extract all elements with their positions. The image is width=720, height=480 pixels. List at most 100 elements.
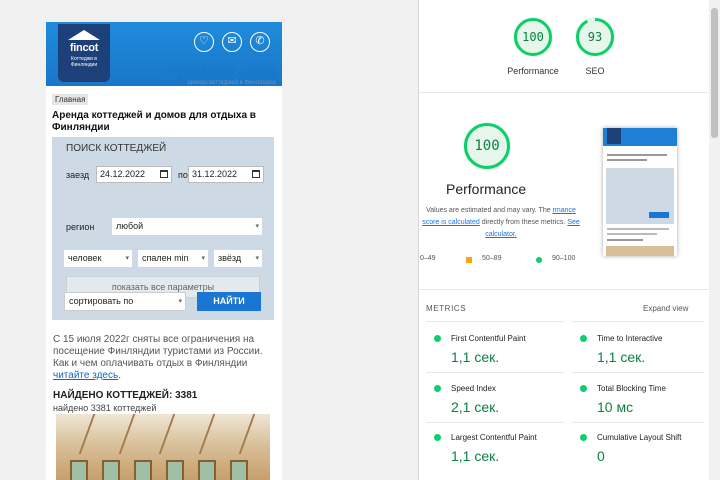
pass-indicator-icon — [434, 385, 441, 392]
page-screenshot-thumbnail[interactable] — [603, 128, 677, 256]
region-select[interactable]: любой ▾ — [112, 218, 262, 235]
photo-window — [198, 460, 216, 480]
photo-beam — [158, 414, 176, 454]
people-value: человек — [68, 253, 102, 263]
notice-body: С 15 июля 2022г сняты все ограничения на… — [53, 334, 263, 369]
note-text-2: directly from these metrics. — [479, 219, 568, 226]
checkin-date-input[interactable]: 24.12.2022 — [96, 166, 172, 183]
notice-text: С 15 июля 2022г сняты все ограничения на… — [53, 334, 275, 382]
photo-beam — [238, 414, 256, 454]
stars-value: звёзд — [218, 253, 242, 263]
metric-name-tbt: Total Blocking Time — [597, 384, 666, 393]
metric-value-lcp: 1,1 сек. — [451, 448, 500, 464]
stars-select[interactable]: звёзд ▾ — [214, 250, 262, 267]
contact-phone[interactable]: +7(904)601-9994 — [160, 64, 276, 81]
breadcrumb[interactable]: Главная — [52, 94, 89, 105]
thumb-photo — [606, 246, 674, 256]
metric-value-fcp: 1,1 сек. — [451, 349, 500, 365]
people-select[interactable]: человек ▾ — [64, 250, 132, 267]
found-subtitle: найдено 3381 коттеджей — [53, 403, 157, 413]
seo-score-label: SEO — [585, 66, 605, 76]
seo-score-gauge[interactable]: 93 — [575, 17, 615, 57]
phone-icon[interactable]: ✆ — [250, 32, 270, 52]
metric-name-lcp: Largest Contentful Paint — [451, 433, 537, 442]
found-title: НАЙДЕНО КОТТЕДЖЕЙ: 3381 — [53, 390, 198, 401]
legend-pass-marker — [536, 257, 542, 263]
performance-heading: Performance — [446, 181, 527, 197]
metric-value-tbt: 10 мс — [597, 399, 634, 415]
contact-caption: аренда коттеджей в Финляндии — [187, 80, 276, 86]
photo-window — [70, 460, 88, 480]
find-button[interactable]: НАЙТИ — [197, 292, 261, 311]
notice-link[interactable]: читайте здесь — [53, 370, 118, 381]
photo-window — [230, 460, 248, 480]
calendar-icon[interactable] — [252, 170, 260, 178]
scrollbar-thumb[interactable] — [711, 8, 718, 138]
checkout-date-value: 31.12.2022 — [192, 169, 238, 179]
logo-brand: fincot — [69, 42, 99, 54]
bedrooms-select[interactable]: спален min ▾ — [138, 250, 208, 267]
sort-select[interactable]: сортировать по ▾ — [64, 292, 186, 311]
pass-indicator-icon — [580, 434, 587, 441]
photo-beam — [118, 414, 136, 454]
legend-average-range: 50–89 — [482, 255, 502, 262]
metric-divider — [426, 321, 564, 322]
photo-window — [134, 460, 152, 480]
photo-window — [166, 460, 184, 480]
chevron-down-icon: ▾ — [255, 223, 259, 230]
metric-divider — [426, 422, 564, 423]
thumb-text-line — [607, 154, 667, 156]
mobile-preview: fincot Коттеджи в Финляндии ♡ ✉ ✆ +7(904… — [46, 22, 282, 480]
thumb-logo — [607, 128, 621, 144]
seo-score-value: 93 — [587, 30, 603, 44]
metrics-label: METRICS — [426, 304, 467, 313]
bedrooms-value: спален min — [142, 253, 189, 263]
main-performance-gauge: 100 — [463, 122, 511, 170]
metric-name-si: Speed Index — [451, 384, 496, 393]
calendar-icon[interactable] — [160, 170, 168, 178]
thumb-find-button — [649, 212, 669, 218]
pass-indicator-icon — [580, 335, 587, 342]
section-divider — [419, 92, 709, 93]
sort-value: сортировать по — [69, 296, 134, 306]
main-performance-value: 100 — [474, 138, 500, 154]
metric-value-tti: 1,1 сек. — [597, 349, 646, 365]
metric-value-si: 2,1 сек. — [451, 399, 500, 415]
legend-fail-range: 0–49 — [420, 255, 436, 262]
performance-note: Values are estimated and may vary. The r… — [420, 205, 582, 241]
metric-divider — [572, 321, 704, 322]
search-title: ПОИСК КОТТЕДЖЕЙ — [66, 143, 167, 154]
thumb-text-line — [607, 233, 657, 235]
photo-window — [102, 460, 120, 480]
heart-icon[interactable]: ♡ — [194, 32, 214, 52]
checkin-date-value: 24.12.2022 — [100, 169, 146, 179]
checkout-date-input[interactable]: 31.12.2022 — [188, 166, 264, 183]
logo-subtitle: Коттеджи в Финляндии — [70, 56, 98, 68]
performance-score-label: Performance — [507, 66, 559, 76]
metric-name-fcp: First Contentful Paint — [451, 334, 526, 343]
section-divider — [419, 289, 709, 290]
performance-score-value: 100 — [522, 30, 544, 44]
legend-average-marker — [466, 257, 472, 263]
photo-beam — [78, 414, 96, 454]
logo-roof-icon — [68, 30, 100, 40]
region-value: любой — [116, 221, 144, 231]
expand-view-toggle[interactable]: Expand view — [643, 304, 688, 313]
chevron-down-icon: ▾ — [201, 255, 205, 262]
thumb-text-line — [607, 228, 669, 230]
performance-score-gauge[interactable]: 100 — [513, 17, 553, 57]
cottage-photo[interactable] — [56, 414, 270, 480]
region-label: регион — [66, 222, 95, 232]
chevron-down-icon: ▾ — [255, 255, 259, 262]
chevron-down-icon: ▾ — [178, 298, 182, 305]
pass-indicator-icon — [434, 434, 441, 441]
pass-indicator-icon — [580, 385, 587, 392]
site-logo[interactable]: fincot Коттеджи в Финляндии — [58, 24, 110, 82]
note-text-1: Values are estimated and may vary. The — [426, 207, 553, 214]
mail-icon[interactable]: ✉ — [222, 32, 242, 52]
legend-pass-range: 90–100 — [552, 255, 576, 262]
thumb-text-line — [607, 159, 647, 161]
metric-name-cls: Cumulative Layout Shift — [597, 433, 682, 442]
checkout-label: по — [178, 170, 188, 180]
photo-beam — [198, 414, 216, 454]
